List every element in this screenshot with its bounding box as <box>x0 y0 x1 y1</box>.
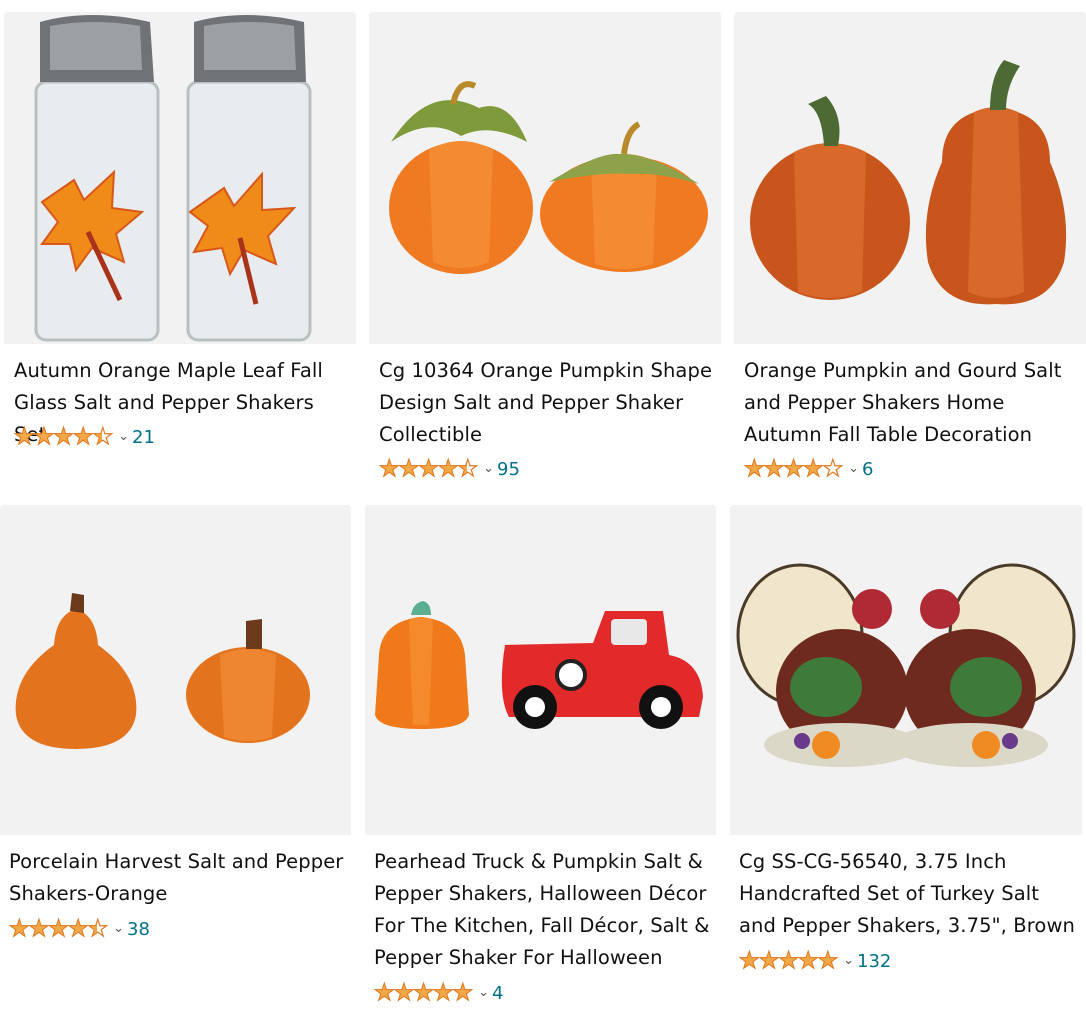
rating-row[interactable]: ★★★★★ ★★★★★ ⌄ 4 <box>373 980 503 1006</box>
harvest-gourd-pumpkin-shakers-image[interactable] <box>0 505 351 835</box>
truck-pumpkin-shakers-image <box>365 505 716 835</box>
chevron-down-icon[interactable]: ⌄ <box>113 921 124 936</box>
rating-count-link[interactable]: 4 <box>492 983 503 1004</box>
product-title[interactable]: Pearhead Truck & Pumpkin Salt & Pepper S… <box>374 846 710 974</box>
star-rating-icon[interactable]: ★★★★★★★★★★ <box>13 424 113 449</box>
title-line[interactable]: Shakers-Orange <box>9 878 345 910</box>
product-card[interactable]: Cg SS-CG-56540, 3.75 Inch Handcrafted Se… <box>730 505 1082 1011</box>
title-line[interactable]: Design Salt and Pepper Shaker <box>379 387 715 419</box>
title-line[interactable]: For The Kitchen, Fall Décor, Salt & <box>374 910 710 942</box>
pumpkin-gourd-shakers-image[interactable] <box>734 12 1086 344</box>
star-rating-icon[interactable]: ★★★★★★★★★★ <box>8 916 108 941</box>
turkey-shakers-image <box>730 505 1082 835</box>
maple-leaf-glass-shakers-image[interactable] <box>4 12 356 344</box>
product-title[interactable]: Porcelain Harvest Salt and Pepper Shaker… <box>9 846 345 910</box>
rating-count-link[interactable]: 38 <box>127 919 150 940</box>
product-card[interactable]: Autumn Orange Maple Leaf Fall Glass Salt… <box>4 12 356 502</box>
product-title[interactable]: Orange Pumpkin and Gourd Salt and Pepper… <box>744 355 1080 451</box>
product-card[interactable]: Orange Pumpkin and Gourd Salt and Pepper… <box>734 12 1086 502</box>
rating-row[interactable]: ★★★★★★★★★★ ⌄ 6 <box>743 456 873 482</box>
product-title[interactable]: Cg SS-CG-56540, 3.75 Inch Handcrafted Se… <box>739 846 1076 942</box>
title-line[interactable]: Orange Pumpkin and Gourd Salt <box>744 355 1080 387</box>
star-rating-icon[interactable]: ★★★★★★★★★★ <box>378 456 478 481</box>
title-line[interactable]: Collectible <box>379 419 715 451</box>
title-line[interactable]: Pearhead Truck & Pumpkin Salt & <box>374 846 710 878</box>
rating-row[interactable]: ★★★★★★★★★★ ⌄ 95 <box>378 456 520 482</box>
star-rating-icon[interactable]: ★★★★★★★★★★ <box>373 980 473 1005</box>
star-rating-icon[interactable]: ★★★★★★★★★★ <box>738 948 838 973</box>
title-line[interactable]: Autumn Fall Table Decoration <box>744 419 1080 451</box>
rating-row[interactable]: ★★★★★ ★★★★★ ⌄ 132 <box>738 948 891 974</box>
chevron-down-icon[interactable]: ⌄ <box>478 985 489 1000</box>
maple-leaf-glass-shakers-image <box>4 12 356 344</box>
rating-count-link[interactable]: 132 <box>857 951 891 972</box>
title-line[interactable]: Cg SS-CG-56540, 3.75 Inch <box>739 846 1076 878</box>
title-line[interactable]: and Pepper Shakers, 3.75", Brown <box>739 910 1076 942</box>
rating-count-link[interactable]: 95 <box>497 459 520 480</box>
title-line[interactable]: Cg 10364 Orange Pumpkin Shape <box>379 355 715 387</box>
star-rating-icon[interactable]: ★★★★★★★★★★ <box>743 456 843 481</box>
title-line[interactable]: Pepper Shakers, Halloween Décor <box>374 878 710 910</box>
rating-count-link[interactable]: 21 <box>132 427 155 448</box>
product-title[interactable]: Cg 10364 Orange Pumpkin Shape Design Sal… <box>379 355 715 451</box>
rating-count-link[interactable]: 6 <box>862 459 873 480</box>
orange-pumpkin-shakers-image[interactable] <box>369 12 721 344</box>
title-line[interactable]: Handcrafted Set of Turkey Salt <box>739 878 1076 910</box>
chevron-down-icon[interactable]: ⌄ <box>118 429 129 444</box>
pumpkin-gourd-shakers-image <box>734 12 1086 344</box>
title-line[interactable]: Pepper Shaker For Halloween <box>374 942 710 974</box>
chevron-down-icon[interactable]: ⌄ <box>848 461 859 476</box>
title-line[interactable]: Autumn Orange Maple Leaf Fall <box>14 355 350 387</box>
chevron-down-icon[interactable]: ⌄ <box>843 953 854 968</box>
title-line[interactable]: and Pepper Shakers Home <box>744 387 1080 419</box>
rating-row[interactable]: ★★★★★★★★★★ ⌄ 38 <box>8 916 150 942</box>
product-card[interactable]: Cg 10364 Orange Pumpkin Shape Design Sal… <box>369 12 721 502</box>
product-card[interactable]: Pearhead Truck & Pumpkin Salt & Pepper S… <box>365 505 716 1011</box>
rating-row[interactable]: ★★★★★★★★★★ ⌄ 21 <box>13 424 155 450</box>
harvest-gourd-pumpkin-shakers-image <box>0 505 351 835</box>
product-card[interactable]: Porcelain Harvest Salt and Pepper Shaker… <box>0 505 351 1011</box>
orange-pumpkin-shakers-image <box>369 12 721 344</box>
title-line[interactable]: Porcelain Harvest Salt and Pepper <box>9 846 345 878</box>
truck-pumpkin-shakers-image[interactable] <box>365 505 716 835</box>
chevron-down-icon[interactable]: ⌄ <box>483 461 494 476</box>
turkey-shakers-image[interactable] <box>730 505 1082 835</box>
